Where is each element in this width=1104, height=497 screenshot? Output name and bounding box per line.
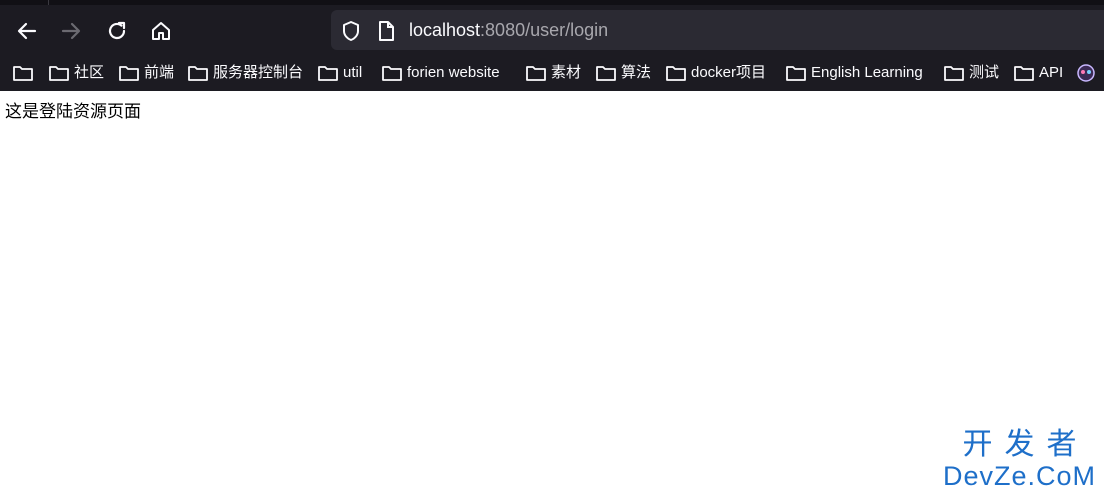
folder-icon xyxy=(318,66,338,81)
bookmark-folder-suanfa[interactable]: 算法 xyxy=(595,62,651,84)
bookmark-folder-api[interactable]: API xyxy=(1013,62,1063,84)
folder-icon xyxy=(119,66,139,81)
folder-icon xyxy=(1014,66,1034,81)
page-icon[interactable] xyxy=(377,20,395,42)
navigation-row: localhost:8080/user/login xyxy=(0,5,1104,57)
bookmark-label: 服务器控制台 xyxy=(213,64,304,81)
url-path: :8080/user/login xyxy=(480,20,609,40)
bookmark-label: English Learning xyxy=(811,64,923,81)
bookmark-label: API xyxy=(1039,64,1064,81)
forward-icon xyxy=(61,22,81,40)
folder-icon xyxy=(596,66,616,81)
bookmark-folder-sucai[interactable]: 素材 xyxy=(525,62,581,84)
address-bar[interactable]: localhost:8080/user/login xyxy=(331,10,1104,50)
folder-icon xyxy=(526,66,546,81)
extension-icon xyxy=(1077,64,1095,82)
back-button[interactable] xyxy=(12,16,42,46)
home-icon xyxy=(152,22,170,40)
folder-icon xyxy=(49,66,69,81)
bookmark-label: forien website xyxy=(407,64,500,81)
bookmark-label: util xyxy=(343,64,363,81)
bookmark-label: 测试 xyxy=(969,64,1000,81)
url-host: localhost xyxy=(409,20,481,40)
watermark-chinese: 开发者 xyxy=(962,427,1089,462)
bookmark-folder-server-console[interactable]: 服务器控制台 xyxy=(187,62,303,84)
bookmark-label: 算法 xyxy=(621,64,652,81)
site-watermark: 开发者 DevZe.CoM xyxy=(942,428,1096,491)
reload-button[interactable] xyxy=(102,16,132,46)
bookmark-folder-english-learning[interactable]: English Learning xyxy=(785,62,923,84)
bookmark-folder-unnamed[interactable] xyxy=(12,62,38,84)
folder-icon xyxy=(944,66,964,81)
folder-icon xyxy=(786,66,806,81)
browser-toolbar: localhost:8080/user/login 社区 前端 服务器控制台 u… xyxy=(0,0,1104,91)
bookmark-folder-docker[interactable]: docker项目 xyxy=(665,62,766,84)
bookmark-label: 素材 xyxy=(551,64,582,81)
bookmark-folder-shequ[interactable]: 社区 xyxy=(48,62,104,84)
page-body-text: 这是登陆资源页面 xyxy=(5,102,141,121)
shield-icon[interactable] xyxy=(341,20,361,42)
forward-button[interactable] xyxy=(56,16,86,46)
back-icon xyxy=(17,22,37,40)
bookmark-label: docker项目 xyxy=(691,64,767,81)
bookmark-folder-ceshi[interactable]: 测试 xyxy=(943,62,999,84)
folder-icon xyxy=(666,66,686,81)
watermark-english: DevZe.CoM xyxy=(942,461,1096,491)
bookmark-folder-qianduan[interactable]: 前端 xyxy=(118,62,174,84)
folder-icon xyxy=(188,66,208,81)
bookmarks-toolbar: 社区 前端 服务器控制台 util forien website 素材 算法 d… xyxy=(0,57,1104,91)
bookmark-folder-forien-website[interactable]: forien website xyxy=(381,62,500,84)
bookmark-label: 前端 xyxy=(144,64,175,81)
url-text[interactable]: localhost:8080/user/login xyxy=(409,19,608,41)
reload-icon xyxy=(108,21,126,40)
folder-icon xyxy=(382,66,402,81)
home-button[interactable] xyxy=(146,16,176,46)
bookmark-label: 社区 xyxy=(74,64,105,81)
bookmark-extension[interactable] xyxy=(1075,62,1101,84)
bookmark-folder-util[interactable]: util xyxy=(317,62,362,84)
folder-icon xyxy=(13,66,33,81)
